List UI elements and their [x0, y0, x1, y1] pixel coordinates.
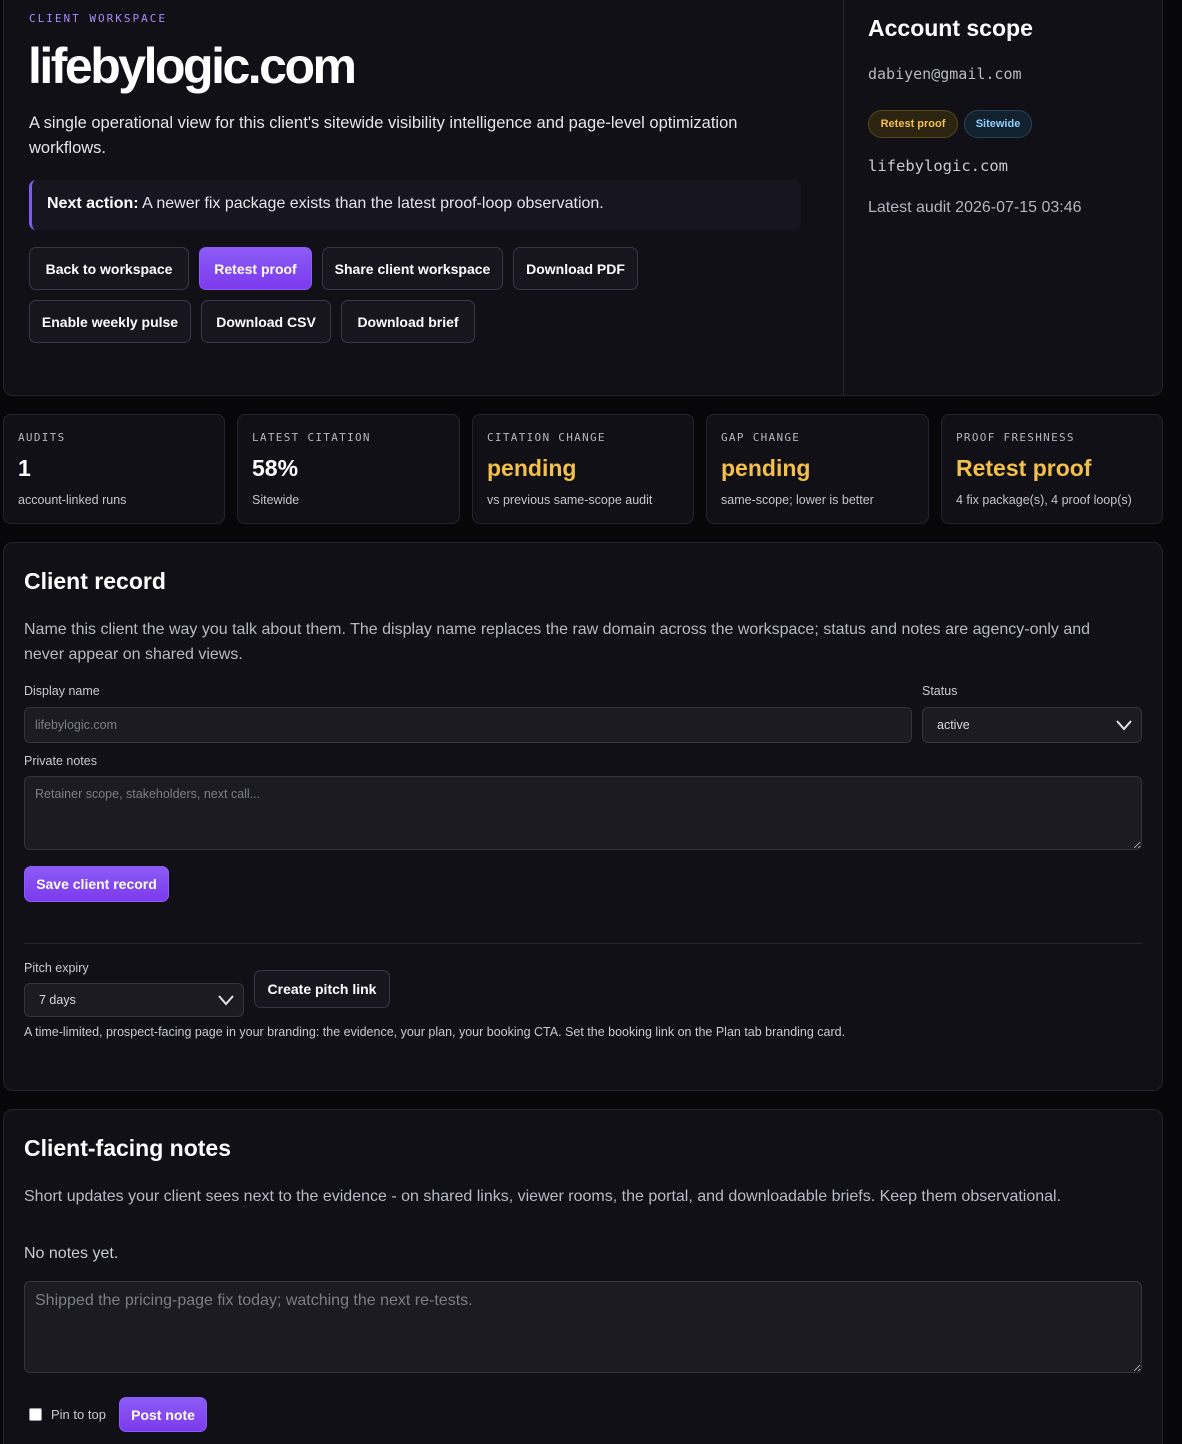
- stat-label: PROOF FRESHNESS: [956, 431, 1075, 444]
- stat-sub: 4 fix package(s), 4 proof loop(s): [956, 493, 1132, 507]
- next-action-text: A newer fix package exists than the late…: [142, 195, 604, 212]
- pin-to-top-label[interactable]: Pin to top: [51, 1407, 106, 1422]
- account-scope-title: Account scope: [868, 15, 1033, 41]
- status-value: active: [937, 718, 970, 732]
- status-select[interactable]: active: [922, 707, 1142, 743]
- share-client-workspace-button[interactable]: Share client workspace: [322, 247, 503, 290]
- stat-value: pending: [487, 455, 577, 481]
- client-hero: CLIENT WORKSPACE lifebylogic.com A singl…: [3, 0, 1163, 396]
- download-pdf-button[interactable]: Download PDF: [513, 247, 638, 290]
- stat-sub: account-linked runs: [18, 493, 127, 507]
- create-pitch-link-button[interactable]: Create pitch link: [254, 970, 390, 1008]
- page-title: lifebylogic.com: [28, 38, 357, 94]
- private-notes-textarea[interactable]: [24, 776, 1142, 850]
- stat-label: LATEST CITATION: [252, 431, 371, 444]
- account-scope-panel: Account scope dabiyen@gmail.com Retest p…: [843, 0, 1162, 395]
- client-record-panel: Client record Name this client the way y…: [3, 542, 1163, 1091]
- status-label: Status: [922, 684, 958, 698]
- client-record-title: Client record: [24, 568, 166, 594]
- save-client-record-button[interactable]: Save client record: [24, 866, 169, 902]
- stat-value: Retest proof: [956, 455, 1092, 481]
- pitch-expiry-value: 7 days: [39, 993, 76, 1007]
- stat-sub: Sitewide: [252, 493, 300, 507]
- stat-value: pending: [721, 455, 811, 481]
- download-brief-button[interactable]: Download brief: [341, 300, 475, 343]
- hero-description: A single operational view for this clien…: [29, 114, 738, 157]
- stat-label: AUDITS: [18, 431, 66, 444]
- latest-audit: Latest audit 2026-07-15 03:46: [868, 199, 1082, 216]
- stat-sub: same-scope; lower is better: [721, 493, 874, 507]
- stat-card-latest-citation: LATEST CITATION 58% Sitewide: [237, 414, 460, 524]
- hero-eyebrow: CLIENT WORKSPACE: [29, 12, 167, 25]
- section-divider: [24, 943, 1142, 944]
- stat-card-gap-change: GAP CHANGE pending same-scope; lower is …: [706, 414, 929, 524]
- account-email: dabiyen@gmail.com: [868, 65, 1022, 83]
- chevron-down-icon: [1116, 720, 1132, 731]
- status-badge: Retest proof: [868, 110, 958, 138]
- stat-card-audits: AUDITS 1 account-linked runs: [3, 414, 225, 524]
- private-notes-label: Private notes: [24, 754, 97, 768]
- stat-card-citation-change: CITATION CHANGE pending vs previous same…: [472, 414, 694, 524]
- stat-label: CITATION CHANGE: [487, 431, 606, 444]
- stat-value: 1: [18, 455, 31, 481]
- retest-proof-button[interactable]: Retest proof: [199, 247, 312, 290]
- client-facing-notes-panel: Client-facing notes Short updates your c…: [3, 1109, 1163, 1444]
- pitch-expiry-select[interactable]: 7 days: [24, 983, 244, 1017]
- hero-main: CLIENT WORKSPACE lifebylogic.com A singl…: [4, 0, 843, 395]
- display-name-input[interactable]: [24, 707, 912, 743]
- client-notes-description: Short updates your client sees next to t…: [24, 1188, 1062, 1205]
- back-to-workspace-button[interactable]: Back to workspace: [29, 247, 189, 290]
- display-name-label: Display name: [24, 684, 100, 698]
- stat-card-proof-freshness: PROOF FRESHNESS Retest proof 4 fix packa…: [941, 414, 1163, 524]
- client-note-textarea[interactable]: [24, 1281, 1142, 1373]
- next-action-callout: Next action: A newer fix package exists …: [29, 180, 801, 230]
- pitch-hint: A time-limited, prospect-facing page in …: [24, 1025, 846, 1039]
- pitch-expiry-label: Pitch expiry: [24, 961, 89, 975]
- client-notes-title: Client-facing notes: [24, 1135, 232, 1161]
- download-csv-button[interactable]: Download CSV: [201, 300, 331, 343]
- next-action-label: Next action:: [47, 195, 139, 212]
- stat-sub: vs previous same-scope audit: [487, 493, 653, 507]
- post-note-button[interactable]: Post note: [119, 1397, 207, 1432]
- pin-to-top-checkbox[interactable]: [29, 1408, 42, 1421]
- stat-label: GAP CHANGE: [721, 431, 801, 444]
- account-domain: lifebylogic.com: [868, 157, 1008, 175]
- no-notes-text: No notes yet.: [24, 1245, 119, 1262]
- enable-weekly-pulse-button[interactable]: Enable weekly pulse: [29, 300, 191, 343]
- chevron-down-icon: [218, 995, 234, 1006]
- scope-badge: Sitewide: [964, 110, 1032, 138]
- client-record-description: Name this client the way you talk about …: [24, 621, 1091, 663]
- stat-value: 58%: [252, 455, 299, 481]
